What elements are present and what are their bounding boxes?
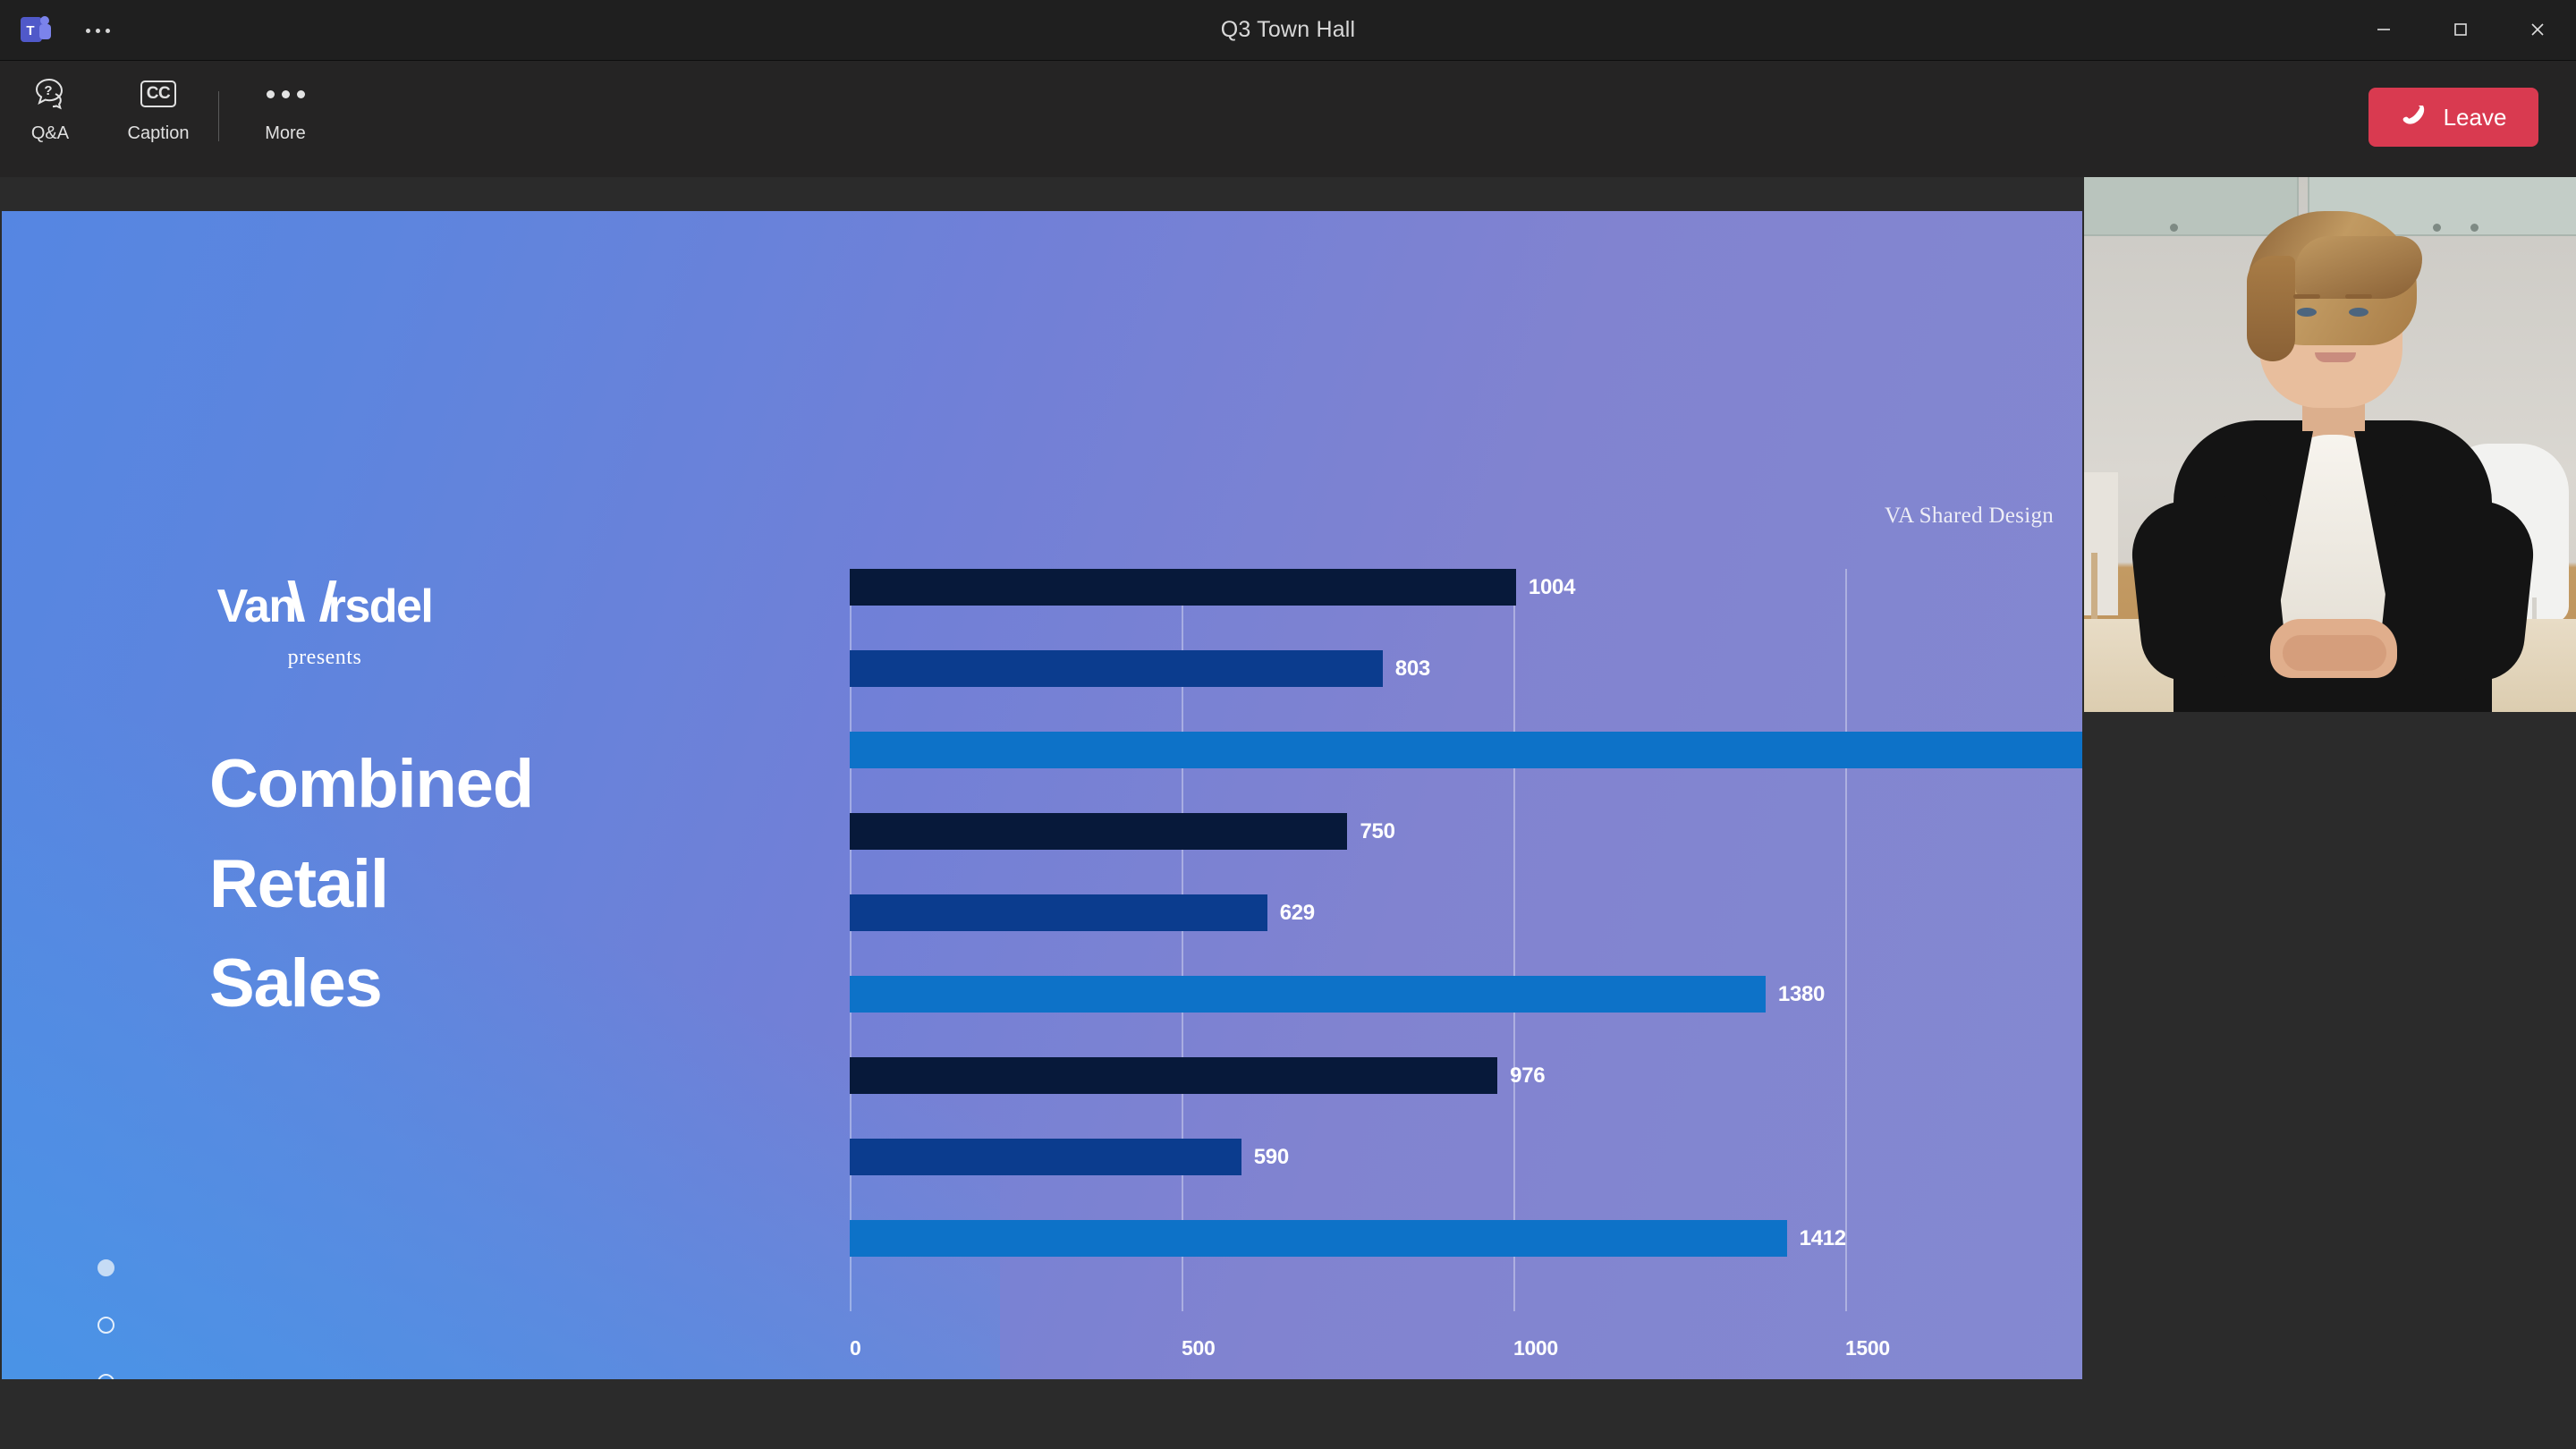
more-button[interactable]: More xyxy=(236,73,335,163)
chart-x-axis: 050010001500 xyxy=(850,1336,1852,1367)
headline-line-3: Sales xyxy=(209,934,764,1034)
side-table xyxy=(2084,472,2118,615)
retail-sales-bar-chart: 100480380375062913809765901412 050010001… xyxy=(850,569,1852,1320)
bar-row: 803 xyxy=(850,650,1852,687)
chart-bar[interactable] xyxy=(850,813,1347,850)
slide-nav-dot-2[interactable] xyxy=(97,1317,114,1334)
x-axis-tick-500: 500 xyxy=(1182,1336,1215,1360)
headline-line-2: Retail xyxy=(209,835,764,935)
vanarsdel-wordmark: Van rsdel xyxy=(208,580,441,633)
slide-nav-dot-1[interactable] xyxy=(97,1259,114,1276)
minimize-button[interactable] xyxy=(2345,0,2422,59)
chart-bar[interactable] xyxy=(850,1139,1241,1175)
qa-chat-icon: ? xyxy=(31,73,69,114)
slide-watermark: VA Shared Design xyxy=(1885,504,2054,529)
cabinet-knob xyxy=(2170,224,2178,232)
bar-value-label: 1004 xyxy=(1529,575,1575,600)
cabinet-knob xyxy=(2433,224,2441,232)
stylized-a-icon xyxy=(294,580,330,622)
x-axis-tick-1000: 1000 xyxy=(1513,1336,1558,1360)
bar-value-label: 1380 xyxy=(1778,982,1825,1007)
hang-up-icon xyxy=(2401,104,2431,131)
vanarsdel-logo: Van rsdel presents xyxy=(208,580,441,670)
more-label: More xyxy=(265,123,306,144)
headline-line-1: Combined xyxy=(209,734,764,835)
bar-value-label: 750 xyxy=(1360,819,1394,844)
presenter-hair-side xyxy=(2247,256,2295,361)
presenter-eyebrow-left xyxy=(2293,294,2320,299)
cabinet-left xyxy=(2084,177,2299,236)
bar-row: 976 xyxy=(850,1057,1852,1094)
bar-row: 803 xyxy=(850,732,1852,768)
window-controls xyxy=(2345,0,2576,59)
bar-value-label: 629 xyxy=(1280,901,1315,926)
x-axis-tick-0: 0 xyxy=(850,1336,861,1360)
bar-value-label: 590 xyxy=(1254,1145,1289,1170)
bar-row: 750 xyxy=(850,813,1852,850)
slide-nav-dots xyxy=(97,1259,114,1379)
bar-row: 1004 xyxy=(850,569,1852,606)
caption-button[interactable]: CC Caption xyxy=(109,73,208,163)
chart-bar[interactable] xyxy=(850,650,1383,687)
svg-text:?: ? xyxy=(44,83,52,98)
wordmark-part1: Van xyxy=(217,580,296,633)
x-axis-tick-1500: 1500 xyxy=(1845,1336,1890,1360)
toolbar-divider xyxy=(218,91,219,141)
leave-button[interactable]: Leave xyxy=(2368,88,2538,147)
presenter-eye-left xyxy=(2297,308,2317,317)
slide-nav-dot-3[interactable] xyxy=(97,1374,114,1379)
bar-row: 1412 xyxy=(850,1220,1852,1257)
cabinet-knob xyxy=(2470,224,2479,232)
closed-caption-icon: CC xyxy=(140,73,176,114)
presenter-eyebrow-right xyxy=(2345,294,2372,299)
more-horizontal-icon xyxy=(267,73,305,114)
bar-value-label: 1412 xyxy=(1800,1226,1846,1251)
window-title: Q3 Town Hall xyxy=(0,0,2576,59)
shared-slide[interactable]: Van rsdel presents Combined Retail Sales… xyxy=(2,211,2082,1379)
presenter-hands-fold xyxy=(2283,635,2386,671)
bar-row: 1380 xyxy=(850,976,1852,1013)
presenter-arm-left xyxy=(2127,492,2288,685)
presenter-video-tile[interactable] xyxy=(2084,177,2576,712)
chart-bar[interactable] xyxy=(850,1220,1787,1257)
presenter-eye-right xyxy=(2349,308,2368,317)
close-button[interactable] xyxy=(2499,0,2576,59)
meeting-stage: Van rsdel presents Combined Retail Sales… xyxy=(0,177,2576,1449)
chart-bar[interactable] xyxy=(850,569,1516,606)
chart-bar[interactable] xyxy=(850,1057,1497,1094)
presents-tagline: presents xyxy=(208,646,441,670)
presenter-fringe xyxy=(2295,236,2422,299)
caption-label: Caption xyxy=(128,123,190,144)
bar-row: 629 xyxy=(850,894,1852,931)
presenter-arm-right xyxy=(2377,492,2538,685)
bar-value-label: 803 xyxy=(1395,657,1430,682)
qa-button[interactable]: ? Q&A xyxy=(1,73,99,163)
chart-bar[interactable] xyxy=(850,976,1766,1013)
chart-bar[interactable] xyxy=(850,894,1267,931)
chart-bar[interactable] xyxy=(850,732,2082,768)
slide-headline: Combined Retail Sales xyxy=(209,734,764,1034)
window-title-bar: T Q3 Town Hall xyxy=(0,0,2576,59)
bar-value-label: 976 xyxy=(1510,1063,1545,1089)
wordmark-part2: rsdel xyxy=(328,580,433,633)
bar-row: 590 xyxy=(850,1139,1852,1175)
presenter-mouth xyxy=(2315,352,2356,362)
leave-label: Leave xyxy=(2444,104,2507,131)
maximize-button[interactable] xyxy=(2422,0,2499,59)
qa-label: Q&A xyxy=(31,123,69,144)
meeting-toolbar: ? Q&A CC Caption More Leave xyxy=(0,60,2576,177)
